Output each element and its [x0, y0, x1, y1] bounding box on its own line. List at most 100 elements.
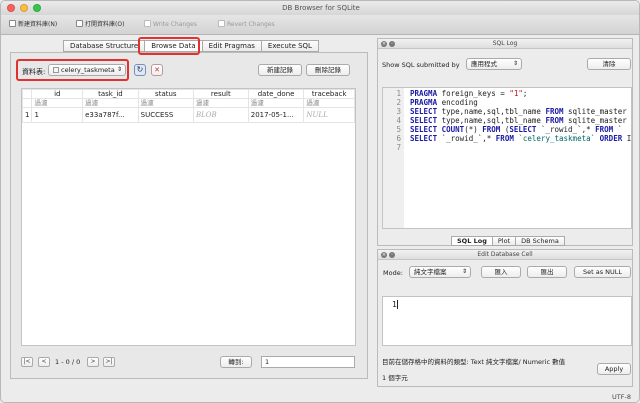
table-label: 資料表:	[22, 68, 46, 76]
table-row[interactable]: 1 1 e33a787f... SUCCESS BLOB 2017-05-1..…	[22, 107, 355, 123]
column-header-traceback[interactable]: traceback	[303, 89, 355, 99]
goto-input[interactable]: 1	[261, 356, 355, 368]
cell-date-done[interactable]: 2017-05-1...	[247, 107, 305, 123]
text-caret	[397, 300, 399, 309]
tab-browse-data[interactable]: Browse Data	[144, 40, 203, 52]
clear-filter-glyph: ✕	[154, 66, 160, 74]
window-title: DB Browser for SQLite	[282, 4, 360, 12]
sql-log-code: PRAGMA foreign_keys = "1"; PRAGMA encodi…	[410, 89, 632, 152]
first-page-button[interactable]: |<	[21, 357, 33, 367]
edit-cell-title: Edit Database Cell	[477, 251, 533, 258]
tab-database-structure[interactable]: Database Structure	[63, 40, 146, 52]
clear-filters-icon[interactable]: ✕	[151, 64, 163, 76]
tab-plot[interactable]: Plot	[491, 236, 517, 246]
show-sql-value: 應用程式	[471, 60, 497, 68]
column-header-id[interactable]: id	[31, 89, 84, 99]
cell-editor[interactable]: 1	[382, 296, 632, 346]
data-grid[interactable]: id task_id status result date_done trace…	[21, 88, 356, 346]
sql-log-line: PRAGMA foreign_keys = "1";	[410, 89, 528, 98]
app-window: DB Browser for SQLite 新建資料庫(N) 打開資料庫(O) …	[0, 0, 640, 403]
line-number-gutter: 1 2 3 4 5 6 7	[383, 88, 404, 228]
cell-status[interactable]: SUCCESS	[137, 107, 194, 123]
title-bar: DB Browser for SQLite	[1, 1, 639, 15]
close-dock-icon[interactable]: ×	[381, 252, 387, 258]
dock-controls: × ◦	[381, 41, 395, 47]
column-header-status[interactable]: status	[137, 89, 194, 99]
close-dock-icon[interactable]: ×	[381, 41, 387, 47]
revert-changes-button[interactable]: Revert Changes	[218, 19, 275, 31]
tab-execute-sql[interactable]: Execute SQL	[260, 40, 319, 52]
cell-traceback[interactable]: NULL	[303, 107, 355, 123]
refresh-glyph: ↻	[136, 65, 144, 74]
sql-log-line: SELECT COUNT(*) FROM (SELECT `_rowid_`,*…	[410, 125, 623, 134]
write-icon	[144, 20, 151, 27]
close-window-button[interactable]	[7, 4, 15, 12]
cell-result[interactable]: BLOB	[192, 107, 249, 123]
filter-input-date-done[interactable]: 過濾	[247, 98, 305, 108]
line-number: 7	[396, 143, 401, 152]
dock-tabs: SQL Log Plot DB Schema	[451, 236, 565, 246]
filter-input-id[interactable]: 過濾	[31, 98, 84, 108]
float-dock-icon[interactable]: ◦	[389, 41, 395, 47]
sql-log-line: SELECT `_rowid_`,* FROM `celery_taskmeta…	[410, 134, 632, 143]
row-number[interactable]: 1	[22, 107, 33, 123]
show-sql-label: Show SQL submitted by	[382, 61, 460, 69]
tab-sql-log[interactable]: SQL Log	[451, 236, 493, 246]
mode-select[interactable]: 純文字檔案 ⇕	[409, 266, 471, 278]
new-record-button[interactable]: 新建記錄	[258, 64, 302, 76]
toolbar: 新建資料庫(N) 打開資料庫(O) Write Changes Revert C…	[1, 15, 639, 35]
column-header-result[interactable]: result	[192, 89, 249, 99]
window-controls	[7, 4, 41, 12]
sql-log-line	[410, 143, 631, 152]
write-changes-button[interactable]: Write Changes	[144, 19, 197, 31]
sql-log-editor[interactable]: 1 2 3 4 5 6 7 PRAGMA foreign_keys = "1";…	[382, 87, 632, 229]
import-button[interactable]: 匯入	[481, 266, 521, 278]
filter-input-result[interactable]: 過濾	[192, 98, 249, 108]
table-select[interactable]: celery_taskmeta ⇕	[48, 64, 126, 76]
new-db-icon	[9, 20, 16, 27]
cell-task-id[interactable]: e33a787f...	[82, 107, 139, 123]
write-changes-label: Write Changes	[153, 21, 197, 28]
chevron-updown-icon: ⇕	[461, 268, 467, 275]
revert-changes-label: Revert Changes	[227, 21, 275, 28]
sql-log-header: × ◦ SQL Log	[378, 39, 632, 49]
export-button[interactable]: 匯出	[527, 266, 567, 278]
goto-button[interactable]: 轉到:	[220, 356, 252, 368]
minimize-window-button[interactable]	[20, 4, 28, 12]
column-header-task-id[interactable]: task_id	[82, 89, 139, 99]
last-page-button[interactable]: >|	[103, 357, 115, 367]
filter-input-status[interactable]: 過濾	[137, 98, 194, 108]
edit-cell-header: × ◦ Edit Database Cell	[378, 250, 632, 260]
mode-label: Mode:	[383, 269, 403, 277]
tab-db-schema[interactable]: DB Schema	[515, 236, 565, 246]
cell-size-info: 1 個字元	[382, 374, 408, 382]
sql-log-line: SELECT type,name,sql,tbl_name FROM sqlit…	[410, 116, 632, 125]
table-icon	[53, 67, 59, 73]
delete-record-button[interactable]: 刪除記錄	[306, 64, 350, 76]
cell-id[interactable]: 1	[31, 107, 84, 123]
column-header-date-done[interactable]: date_done	[247, 89, 305, 99]
apply-button[interactable]: Apply	[597, 363, 631, 375]
tab-edit-pragmas[interactable]: Edit Pragmas	[201, 40, 262, 52]
set-null-button[interactable]: Set as NULL	[574, 266, 631, 278]
filter-input-task-id[interactable]: 過濾	[82, 98, 139, 108]
new-database-button[interactable]: 新建資料庫(N)	[9, 19, 57, 31]
revert-icon	[218, 20, 225, 27]
open-database-button[interactable]: 打開資料庫(O)	[76, 19, 124, 31]
show-sql-select[interactable]: 應用程式 ⇕	[466, 58, 522, 70]
filter-input-traceback[interactable]: 過濾	[303, 98, 355, 108]
prev-page-button[interactable]: <	[38, 357, 50, 367]
refresh-icon[interactable]: ↻	[134, 64, 146, 76]
line-number: 6	[396, 134, 401, 143]
dock-controls: × ◦	[381, 252, 395, 258]
main-tabs: Database Structure Browse Data Edit Prag…	[63, 40, 319, 52]
float-dock-icon[interactable]: ◦	[389, 252, 395, 258]
sql-log-title: SQL Log	[492, 40, 518, 47]
chevron-updown-icon: ⇕	[116, 66, 122, 73]
new-database-label: 新建資料庫(N)	[18, 21, 58, 28]
header-row: id task_id status result date_done trace…	[22, 89, 355, 99]
next-page-button[interactable]: >	[87, 357, 99, 367]
status-encoding: UTF-8	[612, 393, 631, 401]
clear-log-button[interactable]: 清除	[587, 58, 631, 70]
zoom-window-button[interactable]	[33, 4, 41, 12]
